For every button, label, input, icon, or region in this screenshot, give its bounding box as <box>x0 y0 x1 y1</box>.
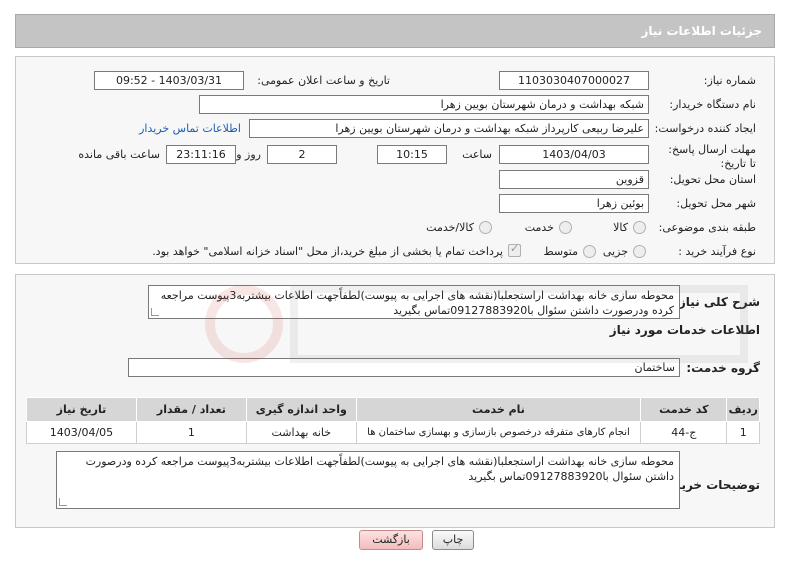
buyer-org-label: نام دستگاه خریدار: <box>669 98 756 111</box>
category-option-goods-service: کالا/خدمت <box>426 221 474 234</box>
cell-date: 1403/04/05 <box>26 421 137 444</box>
announce-field: 1403/03/31 - 09:52 <box>94 71 244 90</box>
treasury-checkbox[interactable] <box>508 242 521 257</box>
process-radio-medium[interactable] <box>583 245 596 258</box>
resize-handle-icon[interactable] <box>151 308 159 316</box>
summary-textarea[interactable]: محوطه سازی خانه بهداشت اراستجعلبا(نقشه ه… <box>148 285 680 319</box>
time-label: ساعت <box>462 148 492 161</box>
col-name-header: نام خدمت <box>355 397 642 422</box>
col-row-header: ردیف <box>726 397 760 422</box>
buyer-contact-link[interactable]: اطلاعات تماس خریدار <box>139 122 241 135</box>
page-title: جزئیات اطلاعات نیاز <box>641 24 762 38</box>
col-qty-header: تعداد / مقدار <box>135 397 247 422</box>
process-label: نوع فرآیند خرید : <box>678 245 756 258</box>
services-title: اطلاعات خدمات مورد نیاز <box>609 323 760 337</box>
services-table: ردیف کد خدمت نام خدمت واحد اندازه گیری ت… <box>26 397 760 444</box>
cell-code: ج-44 <box>640 421 728 444</box>
service-group-label: گروه خدمت: <box>686 361 760 375</box>
process-radio-minor[interactable] <box>633 245 646 258</box>
announce-label: تاریخ و ساعت اعلان عمومی: <box>257 74 390 87</box>
category-radio-goods-service[interactable] <box>479 221 492 234</box>
buyer-org-field: شبکه بهداشت و درمان شهرستان بویین زهرا <box>199 95 649 114</box>
col-date-header: تاریخ نیاز <box>26 397 137 422</box>
print-button[interactable]: چاپ <box>432 530 474 550</box>
category-label: طبقه بندی موضوعی: <box>658 221 756 234</box>
back-button[interactable]: بازگشت <box>359 530 423 550</box>
page-container: جزئیات اطلاعات نیاز شماره نیاز: 11030304… <box>4 4 785 562</box>
cell-qty: 1 <box>135 421 247 444</box>
process-option-medium: متوسط <box>543 245 578 258</box>
province-field: قزوین <box>499 170 649 189</box>
province-label: استان محل تحویل: <box>669 173 756 186</box>
table-row: 1 ج-44 انجام کارهای متفرقه درخصوص بازساز… <box>26 421 760 444</box>
days-field: 2 <box>267 145 337 164</box>
payment-note: پرداخت تمام یا بخشی از مبلغ خرید،از محل … <box>152 245 503 258</box>
details-section: شرح کلی نیاز: محوطه سازی خانه بهداشت ارا… <box>15 274 775 528</box>
need-number-field: 1103030407000027 <box>499 71 649 90</box>
buyer-notes-textarea[interactable]: محوطه سازی خانه بهداشت اراستجعلبا(نقشه ه… <box>56 451 680 509</box>
days-label: روز و <box>236 148 261 161</box>
deadline-time-field: 10:15 <box>377 145 447 164</box>
process-option-minor: جزیی <box>602 245 628 258</box>
city-field: بوئین زهرا <box>499 194 649 213</box>
creator-field: علیرضا ربیعی کارپرداز شبکه بهداشت و درما… <box>249 119 649 138</box>
col-unit-header: واحد اندازه گیری <box>245 397 357 422</box>
category-radio-goods[interactable] <box>633 221 646 234</box>
cell-unit: خانه بهداشت <box>245 421 357 444</box>
category-option-goods: کالا <box>613 221 628 234</box>
category-radio-service[interactable] <box>559 221 572 234</box>
deadline-label: مهلت ارسال پاسخ: تا تاریخ: <box>668 143 756 170</box>
remaining-label: ساعت باقی مانده <box>78 148 160 161</box>
panel-header: جزئیات اطلاعات نیاز <box>15 14 775 48</box>
category-option-service: خدمت <box>524 221 554 234</box>
resize-handle-icon[interactable] <box>59 498 67 506</box>
need-number-label: شماره نیاز: <box>703 74 756 87</box>
table-header-row: ردیف کد خدمت نام خدمت واحد اندازه گیری ت… <box>26 397 760 422</box>
buyer-notes-text: محوطه سازی خانه بهداشت اراستجعلبا(نقشه ه… <box>85 455 674 483</box>
need-info-section: شماره نیاز: 1103030407000027 تاریخ و ساع… <box>15 56 775 264</box>
service-group-field: ساختمان <box>128 358 680 377</box>
col-code-header: کد خدمت <box>640 397 728 422</box>
deadline-date-field: 1403/04/03 <box>499 145 649 164</box>
remaining-time-field: 23:11:16 <box>166 145 236 164</box>
creator-label: ایجاد کننده درخواست: <box>654 122 756 135</box>
city-label: شهر محل تحویل: <box>676 197 756 210</box>
summary-text: محوطه سازی خانه بهداشت اراستجعلبا(نقشه ه… <box>160 289 674 317</box>
summary-label: شرح کلی نیاز: <box>674 295 760 309</box>
cell-row: 1 <box>726 421 760 444</box>
cell-name: انجام کارهای متفرقه درخصوص بازسازی و بهس… <box>355 421 642 444</box>
